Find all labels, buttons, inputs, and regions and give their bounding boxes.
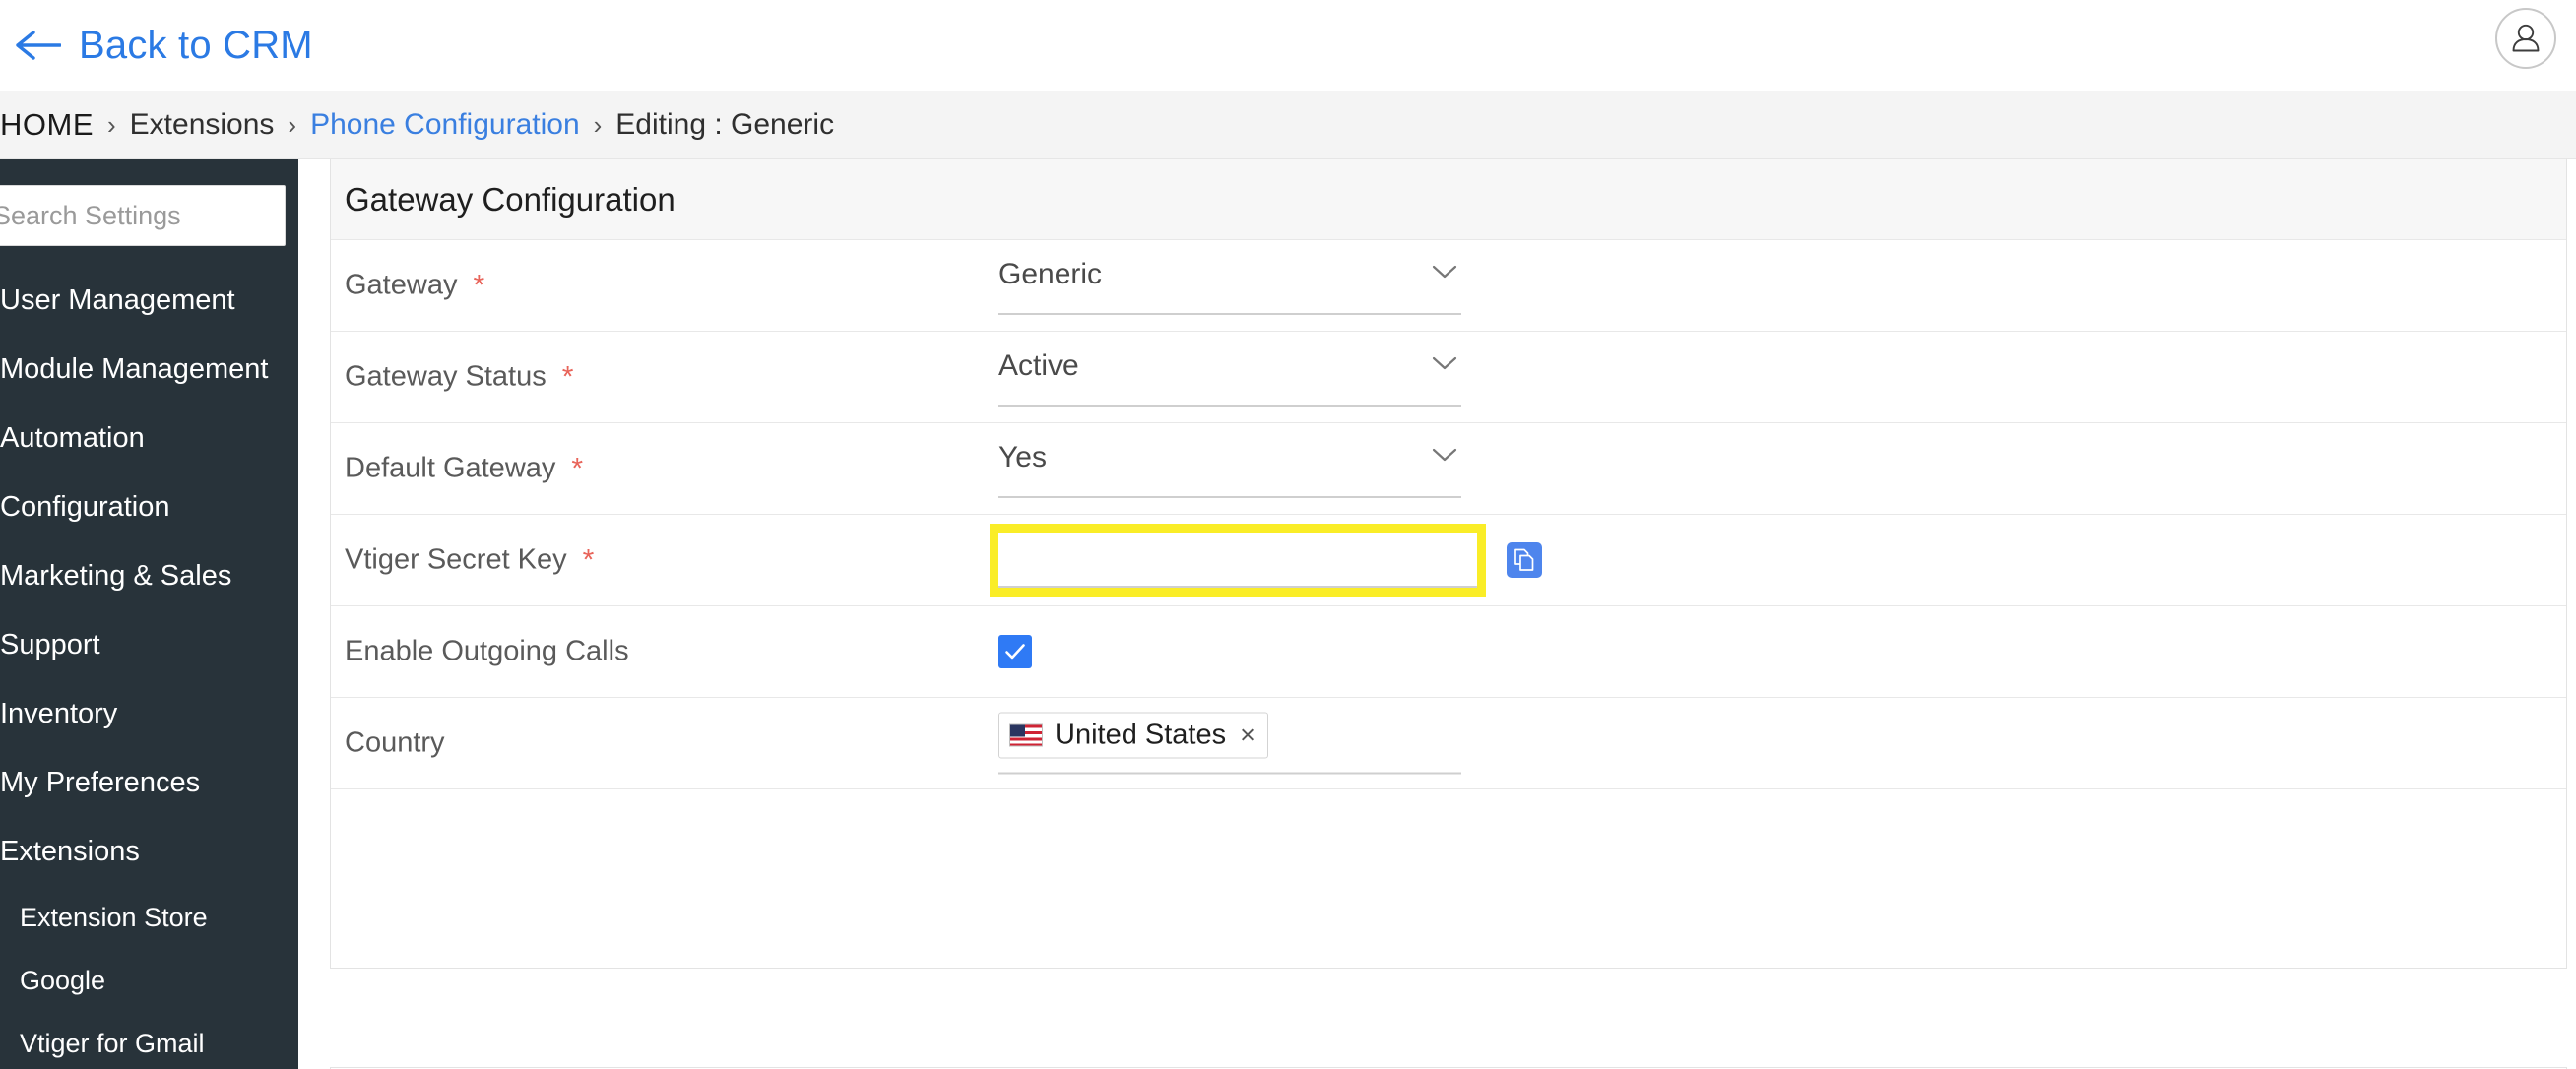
gateway-status-label: Gateway Status * [345, 361, 573, 394]
table-row: Enable Outgoing Calls [331, 606, 2566, 698]
required-asterisk: * [561, 360, 574, 393]
sidebar-item-support[interactable]: Support [0, 610, 298, 679]
country-field: United States × [998, 712, 1461, 775]
user-avatar-icon[interactable] [2495, 8, 2556, 69]
chevron-down-icon [1432, 355, 1457, 376]
sidebar-nav: User Management Module Management Automa… [0, 266, 298, 1069]
vtiger-secret-key-field [990, 524, 1550, 597]
table-row: Gateway Status * Active [331, 332, 2566, 423]
copy-icon[interactable] [1507, 542, 1542, 578]
breadcrumb-bar: HOME › Extensions › Phone Configuration … [0, 91, 2576, 249]
sidebar-item-automation[interactable]: Automation [0, 404, 298, 472]
breadcrumb-separator: › [107, 109, 116, 140]
main-content: Gateway Configuration Gateway * Generic … [298, 159, 2576, 1069]
settings-sidebar: User Management Module Management Automa… [0, 159, 298, 1069]
breadcrumb-item-extensions[interactable]: Extensions [130, 108, 275, 142]
country-label-text: Country [345, 726, 445, 759]
required-asterisk: * [473, 269, 485, 301]
breadcrumb-item-home[interactable]: HOME [0, 107, 94, 143]
gateway-label-text: Gateway [345, 269, 458, 301]
country-tag-remove-icon[interactable]: × [1240, 722, 1256, 749]
country-label: Country [345, 727, 445, 760]
enable-outgoing-calls-checkbox[interactable] [998, 635, 1032, 668]
enable-outgoing-calls-label: Enable Outgoing Calls [345, 636, 629, 668]
breadcrumb-item-phone-configuration[interactable]: Phone Configuration [310, 108, 580, 142]
default-gateway-label-text: Default Gateway [345, 452, 556, 484]
enable-outgoing-calls-label-text: Enable Outgoing Calls [345, 635, 629, 667]
table-row: Default Gateway * Yes [331, 423, 2566, 515]
chevron-down-icon [1432, 264, 1457, 284]
required-asterisk: * [582, 543, 595, 576]
table-row: Vtiger Secret Key * [331, 515, 2566, 606]
gateway-status-select-value: Active [998, 349, 1079, 382]
country-tag-label: United States [1055, 719, 1227, 751]
arrow-left-icon [16, 27, 61, 64]
sidebar-item-marketing-and-sales[interactable]: Marketing & Sales [0, 541, 298, 610]
table-row: Country United States × [331, 698, 2566, 789]
sidebar-item-label: Google [20, 965, 106, 995]
breadcrumb-separator: › [288, 109, 297, 140]
sidebar-item-vtiger-for-gmail[interactable]: Vtiger for Gmail [0, 1012, 298, 1069]
default-gateway-label: Default Gateway * [345, 453, 583, 485]
gateway-configuration-header: Gateway Configuration [331, 159, 2566, 240]
vtiger-secret-key-input[interactable] [990, 524, 1486, 597]
default-gateway-field: Yes [998, 439, 1461, 498]
sidebar-item-label: Extension Store [20, 902, 208, 932]
sidebar-item-extensions[interactable]: Extensions [0, 817, 298, 886]
vtiger-secret-key-label: Vtiger Secret Key * [345, 544, 594, 577]
default-gateway-select[interactable]: Yes [998, 439, 1461, 498]
sidebar-item-label: Extensions [0, 835, 140, 867]
country-multiselect[interactable]: United States × [998, 712, 1461, 775]
search-settings-input[interactable] [0, 185, 286, 246]
sidebar-item-user-management[interactable]: User Management [0, 266, 298, 335]
gateway-select[interactable]: Generic [998, 256, 1461, 315]
vtiger-secret-key-wrap [990, 524, 1550, 597]
sidebar-item-module-management[interactable]: Module Management [0, 335, 298, 404]
back-to-crm-link[interactable]: Back to CRM [16, 26, 313, 65]
sidebar-item-label: Automation [0, 421, 145, 454]
gateway-configuration-panel: Gateway Configuration Gateway * Generic … [330, 159, 2567, 969]
search-settings-wrap [0, 185, 286, 246]
sidebar-item-configuration[interactable]: Configuration [0, 472, 298, 541]
table-row: Gateway * Generic [331, 240, 2566, 332]
country-tag: United States × [998, 712, 1268, 759]
gateway-field: Generic [998, 256, 1461, 315]
back-to-crm-label: Back to CRM [79, 24, 313, 67]
breadcrumb-item-editing-generic: Editing : Generic [615, 108, 835, 141]
gateway-label: Gateway * [345, 270, 484, 302]
required-asterisk: * [571, 452, 584, 484]
sidebar-item-label: Configuration [0, 490, 170, 523]
sidebar-item-label: Module Management [0, 352, 269, 385]
gateway-status-select[interactable]: Active [998, 347, 1461, 407]
sidebar-item-label: My Preferences [0, 766, 201, 798]
sidebar-item-my-preferences[interactable]: My Preferences [0, 748, 298, 817]
top-bar: Back to CRM [0, 0, 2576, 91]
default-gateway-select-value: Yes [998, 441, 1047, 473]
gateway-status-label-text: Gateway Status [345, 360, 547, 393]
gateway-status-field: Active [998, 347, 1461, 407]
sidebar-item-label: Marketing & Sales [0, 559, 232, 592]
sidebar-item-label: User Management [0, 283, 235, 316]
breadcrumb-separator: › [593, 109, 603, 140]
gateway-select-value: Generic [998, 258, 1103, 290]
enable-outgoing-calls-field [998, 635, 1032, 668]
sidebar-item-extension-store[interactable]: Extension Store [0, 886, 298, 949]
sidebar-item-label: Support [0, 628, 100, 660]
table-row-empty [331, 789, 2566, 881]
sidebar-item-label: Inventory [0, 697, 118, 729]
breadcrumb: HOME › Extensions › Phone Configuration … [0, 91, 834, 159]
sidebar-item-google[interactable]: Google [0, 949, 298, 1012]
sidebar-item-inventory[interactable]: Inventory [0, 679, 298, 748]
chevron-down-icon [1432, 447, 1457, 468]
vtiger-secret-key-label-text: Vtiger Secret Key [345, 543, 567, 576]
sidebar-item-label: Vtiger for Gmail [20, 1028, 205, 1058]
panel-title: Gateway Configuration [345, 180, 676, 218]
us-flag-icon [1009, 723, 1043, 747]
